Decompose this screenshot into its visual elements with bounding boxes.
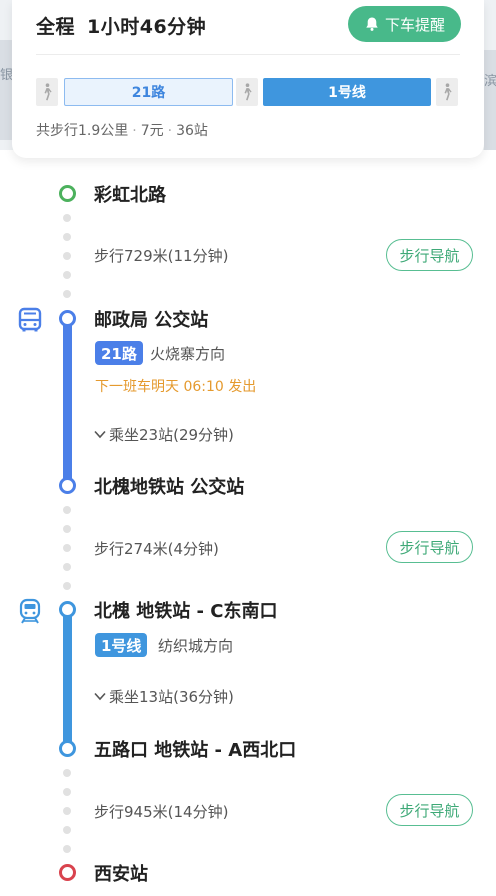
walk-instruction: 步行274米(4分钟) — [94, 540, 219, 558]
metro-segment: 1号线 — [263, 78, 431, 106]
walk-dot — [63, 563, 71, 571]
walk-segment — [236, 78, 258, 106]
walk-dot — [63, 544, 71, 552]
metro-ride-info: 乘坐13站(36分钟) — [109, 688, 234, 706]
walk-dot — [63, 290, 71, 298]
start-stop-name: 彩虹北路 — [94, 185, 166, 206]
walk-dot — [63, 252, 71, 260]
walk-dot — [63, 506, 71, 514]
meta-separator: · — [132, 123, 137, 139]
metro-ride-toggle[interactable]: 乘坐13站(36分钟) — [94, 686, 234, 707]
walk-dot — [63, 826, 71, 834]
map-road — [0, 40, 12, 140]
bus-segment: 21路 — [64, 78, 233, 106]
walk-icon — [444, 83, 452, 101]
bus-icon — [18, 307, 42, 332]
metro-direction: 纺织城方向 — [158, 637, 234, 655]
alight-alert-label: 下车提醒 — [384, 15, 445, 34]
bus-board-stop: 邮政局 公交站 — [94, 310, 209, 331]
price: 7元 — [140, 123, 164, 139]
walk-nav-button[interactable]: 步行导航 — [386, 794, 473, 826]
walk-distance-total: 共步行1.9公里 — [36, 123, 129, 139]
walk-dot — [63, 788, 71, 796]
metro-alight-stop: 五路口 地铁站 - A西北口 — [94, 740, 297, 761]
route-segment-bar: 21路 1号线 — [36, 78, 460, 106]
walk-instruction: 步行945米(14分钟) — [94, 803, 229, 821]
end-stop-name: 西安站 — [94, 864, 148, 885]
bus-line-badge[interactable]: 21路 — [95, 341, 143, 365]
bus-alight-stop: 北槐地铁站 公交站 — [94, 477, 245, 498]
stop-count: 36站 — [176, 123, 208, 139]
walk-segment — [36, 78, 58, 106]
walk-dot — [63, 525, 71, 533]
metro-board-stop: 北槐 地铁站 - C东南口 — [94, 601, 278, 622]
metro-line-badge[interactable]: 1号线 — [95, 633, 148, 657]
walk-dot — [63, 807, 71, 815]
walk-icon — [244, 83, 252, 101]
walk-dot — [63, 769, 71, 777]
metro-icon — [19, 598, 41, 624]
metro-route-line — [63, 609, 72, 749]
next-departure: 下一班车明天 06:10 发出 — [95, 379, 257, 395]
bus-alight-node — [59, 477, 76, 494]
total-duration: 全程 1小时46分钟 — [36, 12, 206, 39]
chevron-down-icon — [94, 430, 106, 439]
walk-nav-button[interactable]: 步行导航 — [386, 239, 473, 271]
divider — [36, 54, 460, 55]
walk-dot — [63, 233, 71, 241]
total-label: 全程 — [36, 16, 76, 38]
bus-ride-info: 乘坐23站(29分钟) — [109, 426, 234, 444]
chevron-down-icon — [94, 692, 106, 701]
walk-dot — [63, 271, 71, 279]
alight-alert-button[interactable]: 下车提醒 — [348, 6, 461, 42]
walk-dot — [63, 845, 71, 853]
walk-nav-button[interactable]: 步行导航 — [386, 531, 473, 563]
route-meta: 共步行1.9公里 · 7元 · 36站 — [36, 120, 208, 140]
bell-icon — [366, 17, 378, 31]
metro-board-node — [59, 601, 76, 618]
bus-direction: 火烧寨方向 — [150, 345, 226, 363]
bus-board-node — [59, 310, 76, 327]
walk-icon — [44, 83, 52, 101]
bus-route-line — [63, 318, 72, 486]
total-time: 1小时46分钟 — [87, 16, 207, 38]
route-summary-card[interactable]: 全程 1小时46分钟 下车提醒 21路 1号线 共步行1.9公里 · 7元 · 36站 — [12, 0, 484, 158]
walk-segment — [436, 78, 458, 106]
end-node — [59, 864, 76, 881]
map-label: 滨 — [484, 74, 496, 89]
walk-dot — [63, 214, 71, 222]
start-node — [59, 185, 76, 202]
meta-separator: · — [167, 123, 173, 139]
walk-instruction: 步行729米(11分钟) — [94, 247, 229, 265]
map-road — [484, 50, 496, 150]
metro-alight-node — [59, 740, 76, 757]
walk-dot — [63, 582, 71, 590]
bus-ride-toggle[interactable]: 乘坐23站(29分钟) — [94, 424, 234, 445]
